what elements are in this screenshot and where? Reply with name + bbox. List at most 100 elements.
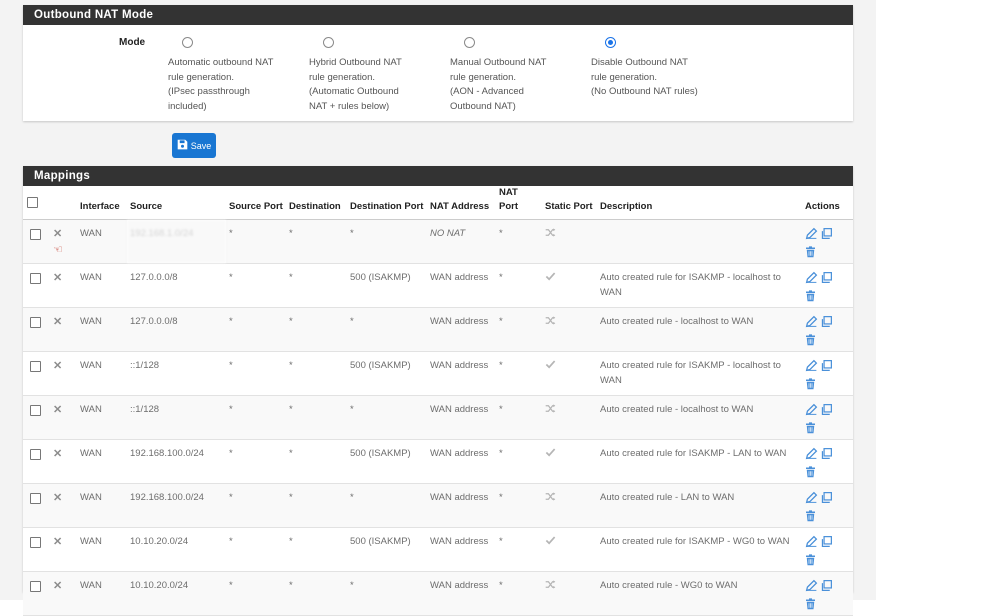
- cell-source-port: *: [226, 439, 286, 484]
- row-checkbox[interactable]: [30, 317, 41, 328]
- trash-icon[interactable]: [805, 465, 850, 484]
- row-checkbox[interactable]: [30, 405, 41, 416]
- save-icon: [177, 139, 188, 152]
- header-destination[interactable]: Destination: [286, 186, 347, 220]
- radio-disable[interactable]: [605, 37, 616, 48]
- header-source[interactable]: Source: [127, 186, 226, 220]
- pencil-icon[interactable]: [805, 271, 818, 290]
- cell-static-port: [542, 483, 597, 528]
- pencil-icon[interactable]: [805, 535, 818, 554]
- times-icon[interactable]: ✕: [53, 492, 62, 504]
- cell-source: 10.10.20.0/24: [127, 527, 226, 572]
- table-row[interactable]: ✕ WAN ::1/128 * * * WAN address * Auto c…: [23, 395, 853, 440]
- row-checkbox[interactable]: [30, 449, 41, 460]
- row-checkbox[interactable]: [30, 229, 41, 240]
- cell-nat-address: WAN address: [427, 483, 496, 528]
- outbound-nat-mode-panel: Outbound NAT Mode Mode Automatic outboun…: [23, 5, 853, 121]
- pencil-icon[interactable]: [805, 579, 818, 598]
- header-source-port[interactable]: Source Port: [226, 186, 286, 220]
- cell-interface: WAN: [77, 439, 127, 484]
- copy-icon[interactable]: [820, 359, 833, 378]
- header-nat-port[interactable]: NAT Port: [496, 186, 542, 220]
- times-icon[interactable]: ✕: [53, 404, 62, 416]
- times-icon[interactable]: ✕: [53, 580, 62, 592]
- mode-option-disable[interactable]: Disable Outbound NAT rule generation. (N…: [591, 37, 721, 100]
- cell-source-port: *: [226, 483, 286, 528]
- trash-icon[interactable]: [805, 377, 850, 396]
- save-button[interactable]: Save: [172, 133, 216, 158]
- trash-icon[interactable]: [805, 289, 850, 308]
- times-icon[interactable]: ✕: [53, 228, 62, 240]
- copy-icon[interactable]: [820, 271, 833, 290]
- cell-interface: WAN: [77, 351, 127, 396]
- header-static-port[interactable]: Static Port: [542, 186, 597, 220]
- radio-manual[interactable]: [464, 37, 475, 48]
- cell-nat-port: *: [496, 395, 542, 440]
- times-icon[interactable]: ✕: [53, 536, 62, 548]
- pencil-icon[interactable]: [805, 403, 818, 422]
- check-icon: [545, 360, 556, 373]
- check-icon: [545, 272, 556, 285]
- mode-option-hybrid[interactable]: Hybrid Outbound NAT rule generation. (Au…: [309, 37, 439, 114]
- times-icon[interactable]: ✕: [53, 316, 62, 328]
- trash-icon[interactable]: [805, 597, 850, 616]
- row-checkbox[interactable]: [30, 581, 41, 592]
- row-checkbox[interactable]: [30, 493, 41, 504]
- row-checkbox[interactable]: [30, 361, 41, 372]
- pencil-icon[interactable]: [805, 315, 818, 334]
- mode-option-automatic[interactable]: Automatic outbound NAT rule generation. …: [168, 37, 298, 114]
- cell-interface: WAN: [77, 395, 127, 440]
- pencil-icon[interactable]: [805, 359, 818, 378]
- copy-icon[interactable]: [820, 227, 833, 246]
- pencil-icon[interactable]: [805, 491, 818, 510]
- cell-nat-port: *: [496, 351, 542, 396]
- table-row[interactable]: ✕ WAN 192.168.100.0/24 * * 500 (ISAKMP) …: [23, 439, 853, 484]
- trash-icon[interactable]: [805, 333, 850, 352]
- table-row[interactable]: ✕ WAN 127.0.0.0/8 * * * WAN address * Au…: [23, 307, 853, 352]
- select-all-checkbox[interactable]: [27, 196, 38, 208]
- header-description[interactable]: Description: [597, 186, 802, 220]
- pencil-icon[interactable]: [805, 227, 818, 246]
- copy-icon[interactable]: [820, 447, 833, 466]
- cell-description: Auto created rule for ISAKMP - localhost…: [597, 351, 802, 396]
- trash-icon[interactable]: [805, 245, 850, 264]
- trash-icon[interactable]: [805, 509, 850, 528]
- times-icon[interactable]: ✕: [53, 272, 62, 284]
- copy-icon[interactable]: [820, 535, 833, 554]
- cell-source: 192.168.100.0/24: [127, 439, 226, 484]
- times-icon[interactable]: ✕: [53, 360, 62, 372]
- cell-source-port: *: [226, 263, 286, 308]
- copy-icon[interactable]: [820, 579, 833, 598]
- header-interface[interactable]: Interface: [77, 186, 127, 220]
- row-checkbox[interactable]: [30, 537, 41, 548]
- table-row[interactable]: ✕ WAN 192.168.100.0/24 * * * WAN address…: [23, 483, 853, 528]
- radio-automatic[interactable]: [182, 37, 193, 48]
- mode-option-label: Hybrid Outbound NAT rule generation. (Au…: [309, 57, 402, 112]
- header-destination-port[interactable]: Destination Port: [347, 186, 427, 220]
- pencil-icon[interactable]: [805, 447, 818, 466]
- cell-source-port: *: [226, 307, 286, 352]
- table-row[interactable]: ✕ WAN ::1/128 * * 500 (ISAKMP) WAN addre…: [23, 351, 853, 396]
- mode-option-label: Disable Outbound NAT rule generation. (N…: [591, 57, 698, 97]
- radio-hybrid[interactable]: [323, 37, 334, 48]
- trash-icon[interactable]: [805, 421, 850, 440]
- mappings-table: Interface Source Source Port Destination…: [23, 186, 853, 616]
- copy-icon[interactable]: [820, 403, 833, 422]
- table-row[interactable]: ✕ ☜ WAN 192.168.1.0/24 * * * NO NAT *: [23, 219, 853, 264]
- table-row[interactable]: ✕ WAN 127.0.0.0/8 * * 500 (ISAKMP) WAN a…: [23, 263, 853, 308]
- copy-icon[interactable]: [820, 491, 833, 510]
- row-checkbox[interactable]: [30, 273, 41, 284]
- header-nat-address[interactable]: NAT Address: [427, 186, 496, 220]
- panel-title: Mappings: [23, 166, 853, 186]
- table-row[interactable]: ✕ WAN 10.10.20.0/24 * * 500 (ISAKMP) WAN…: [23, 527, 853, 572]
- times-icon[interactable]: ✕: [53, 448, 62, 460]
- table-row[interactable]: ✕ WAN 10.10.20.0/24 * * * WAN address * …: [23, 571, 853, 616]
- trash-icon[interactable]: [805, 553, 850, 572]
- mode-option-manual[interactable]: Manual Outbound NAT rule generation. (AO…: [450, 37, 580, 114]
- cell-destination-port: *: [347, 483, 427, 528]
- cell-description: Auto created rule for ISAKMP - WG0 to WA…: [597, 527, 802, 572]
- cell-destination-port: 500 (ISAKMP): [347, 439, 427, 484]
- cell-nat-address: WAN address: [427, 571, 496, 616]
- cell-nat-address: WAN address: [427, 395, 496, 440]
- copy-icon[interactable]: [820, 315, 833, 334]
